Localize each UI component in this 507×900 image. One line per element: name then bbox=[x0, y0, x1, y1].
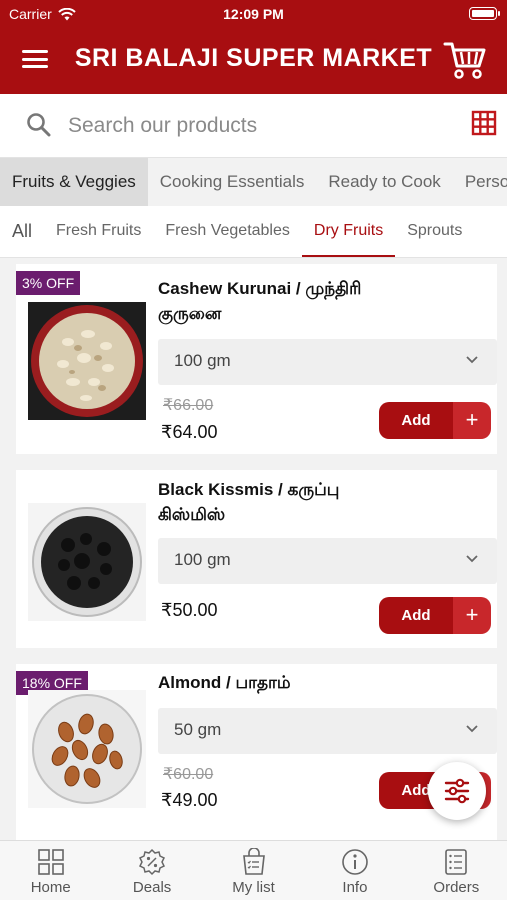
sale-price: ₹49.00 bbox=[161, 790, 218, 810]
nav-my-list[interactable]: My list bbox=[203, 841, 304, 900]
tab-personal-care[interactable]: Personal Care bbox=[453, 158, 507, 206]
nav-deals[interactable]: Deals bbox=[101, 841, 202, 900]
search-icon bbox=[27, 113, 51, 137]
nav-label: Info bbox=[342, 879, 368, 896]
tab-fruits-veggies[interactable]: Fruits & Veggies bbox=[0, 158, 148, 206]
original-price: ₹66.00 bbox=[163, 397, 214, 414]
battery-icon bbox=[469, 7, 500, 20]
deals-badge-icon bbox=[139, 848, 166, 876]
nav-label: My list bbox=[232, 879, 275, 896]
nav-info[interactable]: Info bbox=[304, 841, 405, 900]
variant-value: 50 gm bbox=[174, 720, 222, 739]
add-label: Add bbox=[379, 597, 453, 634]
clock: 12:09 PM bbox=[223, 6, 284, 22]
chevron-down-icon bbox=[466, 725, 478, 733]
product-card[interactable]: Black Kissmis / கருப்பு கிஸ்மிஸ் 100 gm … bbox=[16, 470, 497, 648]
product-name[interactable]: Almond / பாதாம் bbox=[158, 670, 387, 695]
plus-icon: + bbox=[453, 597, 491, 634]
nav-home[interactable]: Home bbox=[0, 841, 101, 900]
variant-select[interactable]: 100 gm bbox=[158, 339, 497, 385]
subtab-dry-fruits[interactable]: Dry Fruits bbox=[301, 206, 396, 257]
filter-button[interactable] bbox=[428, 762, 486, 820]
variant-value: 100 gm bbox=[174, 351, 231, 370]
discount-badge: 3% OFF bbox=[16, 271, 81, 295]
app-header: Carrier 12:09 PM SRI BALAJI SUPER MARKET bbox=[0, 0, 507, 94]
nav-label: Orders bbox=[433, 879, 480, 896]
filter-sliders-icon bbox=[444, 778, 470, 804]
plus-icon: + bbox=[453, 402, 491, 439]
nav-label: Home bbox=[30, 879, 71, 896]
subtab-fresh-vegetables[interactable]: Fresh Vegetables bbox=[153, 206, 302, 257]
variant-value: 100 gm bbox=[174, 550, 231, 569]
category-tabs: Fruits & Veggies Cooking Essentials Read… bbox=[0, 158, 507, 206]
home-grid-icon bbox=[37, 849, 64, 875]
product-card[interactable]: 18% OFF Almond / பாதாம் 50 gm ₹60.00 ₹49… bbox=[16, 664, 497, 840]
store-title: SRI BALAJI SUPER MARKET bbox=[74, 44, 433, 72]
product-image[interactable] bbox=[28, 690, 146, 808]
cart-icon bbox=[443, 42, 486, 79]
nav-orders[interactable]: Orders bbox=[406, 841, 507, 900]
chevron-down-icon bbox=[466, 356, 478, 364]
product-image[interactable] bbox=[28, 302, 146, 420]
sale-price: ₹50.00 bbox=[161, 600, 218, 620]
product-name[interactable]: Cashew Kurunai / முந்திரி குருனை bbox=[158, 276, 387, 326]
add-to-cart-button[interactable]: Add + bbox=[379, 402, 491, 439]
subtab-all[interactable]: All bbox=[0, 206, 44, 257]
subtab-fresh-fruits[interactable]: Fresh Fruits bbox=[44, 206, 153, 257]
orders-icon bbox=[445, 849, 468, 875]
add-to-cart-button[interactable]: Add + bbox=[379, 597, 491, 634]
original-price: ₹60.00 bbox=[163, 766, 214, 783]
subtab-sprouts[interactable]: Sprouts bbox=[395, 206, 474, 257]
product-list: 3% OFF Cashew Kurunai / முந்திரி குருனை … bbox=[0, 258, 507, 840]
search-bar bbox=[0, 94, 507, 158]
search-input[interactable] bbox=[68, 108, 448, 144]
bottom-nav: Home Deals My list Info Orders bbox=[0, 840, 507, 900]
status-bar: Carrier 12:09 PM bbox=[0, 0, 507, 28]
variant-select[interactable]: 50 gm bbox=[158, 708, 497, 754]
tab-cooking-essentials[interactable]: Cooking Essentials bbox=[148, 158, 317, 206]
grid-view-icon[interactable] bbox=[471, 110, 497, 136]
product-name[interactable]: Black Kissmis / கருப்பு கிஸ்மிஸ் bbox=[158, 477, 387, 527]
add-label: Add bbox=[379, 402, 453, 439]
list-bag-icon bbox=[242, 848, 265, 875]
cart-button[interactable] bbox=[443, 40, 487, 80]
info-icon bbox=[342, 849, 368, 875]
product-card[interactable]: 3% OFF Cashew Kurunai / முந்திரி குருனை … bbox=[16, 264, 497, 454]
nav-label: Deals bbox=[132, 879, 172, 896]
variant-select[interactable]: 100 gm bbox=[158, 538, 497, 584]
sale-price: ₹64.00 bbox=[161, 422, 218, 442]
subcategory-tabs: All Fresh Fruits Fresh Vegetables Dry Fr… bbox=[0, 206, 507, 258]
product-image[interactable] bbox=[28, 503, 146, 621]
tab-ready-to-cook[interactable]: Ready to Cook bbox=[316, 158, 452, 206]
chevron-down-icon bbox=[466, 555, 478, 563]
